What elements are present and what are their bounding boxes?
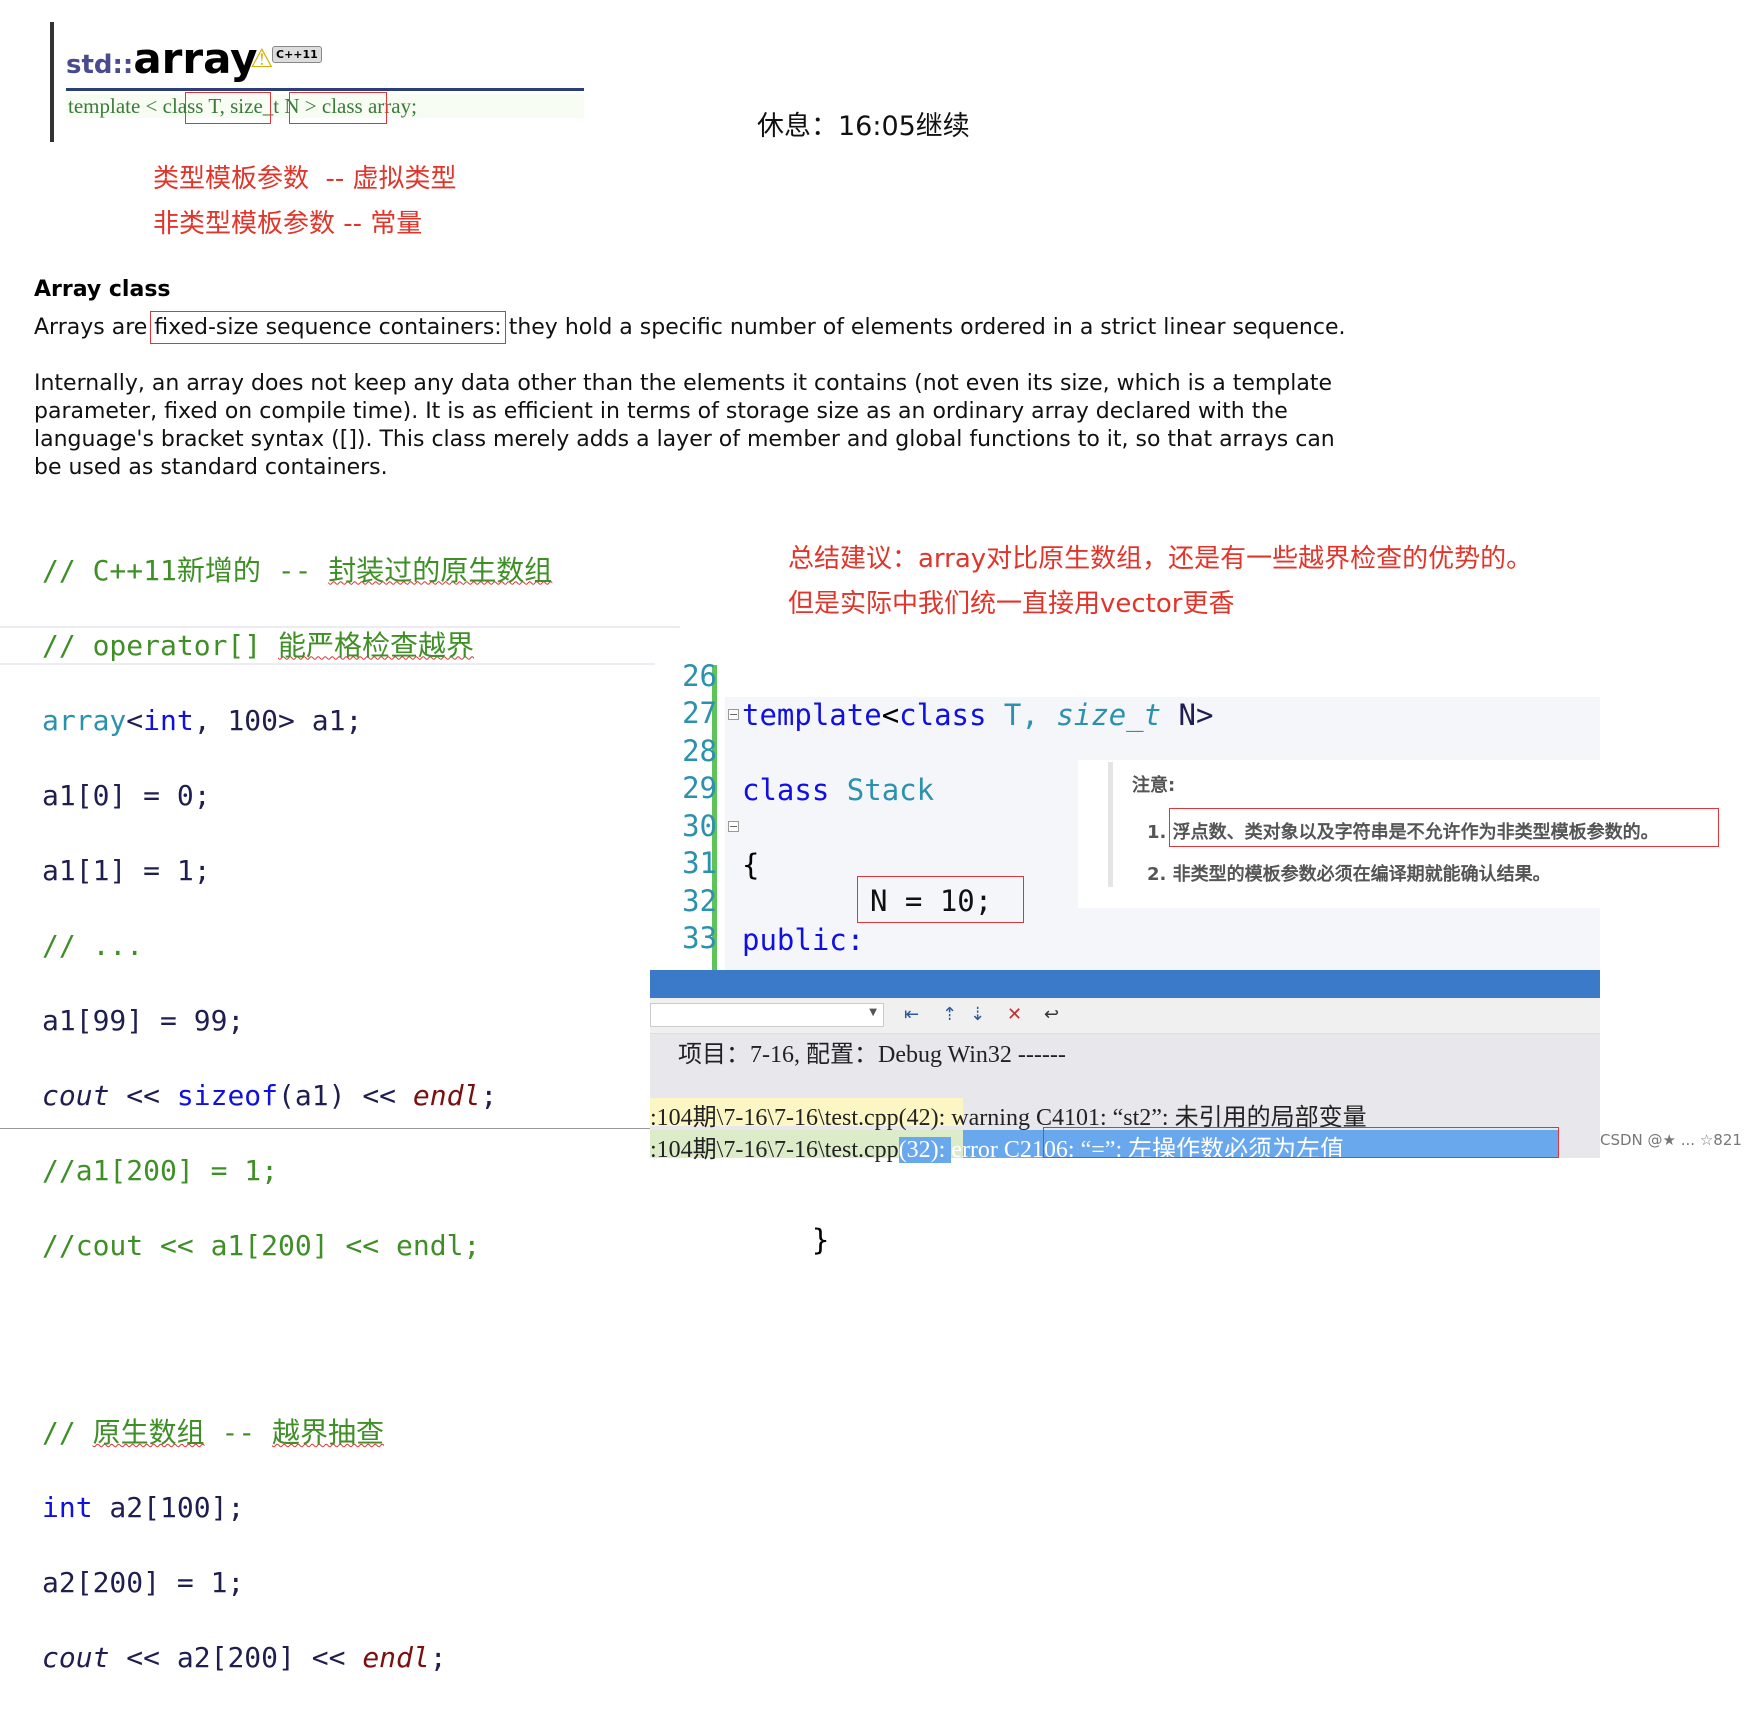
output-source-dropdown[interactable]: ▼ [650, 1003, 884, 1027]
watermark: CSDN @★ ... ☆821 [1600, 1131, 1742, 1149]
doc-paragraph-line: language's bracket syntax ([]). This cla… [34, 427, 1335, 452]
line-number: 29 [682, 771, 717, 805]
divider [0, 1128, 650, 1129]
doc-heading: Array class [34, 277, 171, 302]
summary-line: 但是实际中我们统一直接用vector更香 [788, 589, 1235, 619]
line-number: 30 [682, 809, 717, 843]
output-title-bar [650, 970, 1600, 998]
cpp11-badge: C++11 [272, 46, 322, 63]
build-header: 项目：7-16, 配置：Debug Win32 ------ [678, 1042, 1066, 1068]
line-number: 32 [682, 884, 717, 918]
collapse-icon[interactable]: − [728, 709, 739, 720]
highlight-box [289, 92, 387, 124]
note-title: 注意: [1132, 775, 1176, 796]
left-code-block: // C++11新增的 -- 封装过的原生数组 // operator[] 能严… [42, 553, 553, 1675]
highlight-box [185, 92, 271, 124]
warning-triangle-icon: ⚠ [250, 44, 274, 74]
line-number: 28 [682, 734, 717, 768]
chevron-down-icon: ▼ [869, 1007, 877, 1018]
line-number: 31 [682, 846, 717, 880]
line-number: 27 [682, 696, 717, 730]
note-item: 2. 非类型的模板参数必须在编译期就能确认结果。 [1147, 864, 1551, 885]
doc-paragraph: Arrays are fixed-size sequence container… [34, 311, 1346, 344]
highlight-box [1043, 1127, 1559, 1158]
previous-message-icon[interactable]: ⇡ [942, 1004, 957, 1025]
quote-bar [50, 22, 54, 142]
doc-paragraph-line: be used as standard containers. [34, 455, 388, 480]
word-wrap-icon[interactable]: ↩ [1044, 1004, 1059, 1025]
annotation: 类型模板参数 -- 虚拟类型 [153, 164, 457, 194]
line-number: 33 [682, 921, 717, 955]
highlight-box [857, 876, 1024, 923]
note-quote-bar [1108, 762, 1113, 887]
doc-paragraph-line: parameter, fixed on compile time). It is… [34, 399, 1288, 424]
line-number: 26 [682, 659, 717, 693]
annotation: 非类型模板参数 -- 常量 [153, 209, 423, 239]
page-title: std::array [66, 34, 258, 83]
clear-all-icon[interactable]: ✕ [1007, 1004, 1022, 1025]
title-underline [66, 88, 584, 91]
goto-previous-icon[interactable]: ⇤ [904, 1004, 919, 1025]
break-notice: 休息：16:05继续 [757, 111, 970, 142]
collapse-icon[interactable]: − [728, 821, 739, 832]
doc-paragraph-line: Internally, an array does not keep any d… [34, 371, 1333, 396]
summary-line: 总结建议：array对比原生数组，还是有一些越界检查的优势的。 [788, 544, 1533, 574]
next-message-icon[interactable]: ⇣ [970, 1004, 985, 1025]
highlight-box [1169, 808, 1719, 847]
